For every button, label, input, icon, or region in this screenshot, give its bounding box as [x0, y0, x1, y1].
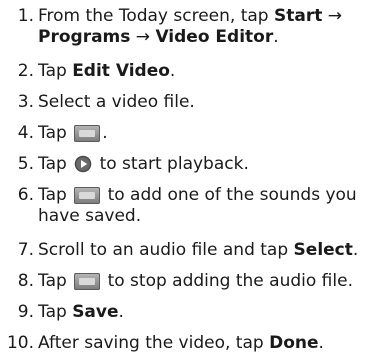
programs-label: Programs [38, 27, 131, 47]
step-text: Tap to start playback. [38, 154, 249, 174]
step-6: 6. Tap to add one of the sounds you have… [0, 185, 372, 227]
stop-adding-audio-icon [74, 273, 101, 290]
step-9: 9. Tap Save. [0, 302, 372, 323]
step-text: After saving the video, tap Done. [38, 333, 324, 353]
step-7: 7. Scroll to an audio file and tap Selec… [0, 240, 372, 261]
step-number: 10. [6, 333, 34, 353]
step-2: 2. Tap Edit Video. [0, 61, 372, 82]
step-3: 3. Select a video file. [0, 92, 372, 113]
step-8: 8. Tap to stop adding the audio file. [0, 271, 372, 292]
step-number: 2. [17, 61, 34, 81]
step-number: 5. [17, 154, 34, 174]
step-text: Tap Edit Video. [38, 61, 176, 81]
start-label: Start [274, 6, 323, 26]
step-text: Select a video file. [38, 92, 195, 112]
step-number: 1. [17, 6, 34, 26]
step-1: 1. From the Today screen, tap Start → Pr… [0, 6, 372, 48]
step-number: 6. [17, 185, 34, 205]
step-number: 9. [17, 302, 34, 322]
audio-track-icon [74, 125, 101, 142]
step-text: Tap . [38, 123, 108, 143]
step-text: Scroll to an audio file and tap Select. [38, 240, 359, 260]
edit-video-label: Edit Video [72, 61, 170, 81]
step-number: 7. [17, 240, 34, 260]
step-text-line-2: Programs → Video Editor. [38, 27, 279, 47]
step-number: 8. [17, 271, 34, 291]
video-editor-label: Video Editor [155, 27, 274, 47]
step-text: Tap to add one of the sounds you have sa… [38, 185, 372, 227]
step-number: 4. [17, 123, 34, 143]
instruction-steps: 1. From the Today screen, tap Start → Pr… [0, 0, 376, 354]
done-label: Done [269, 333, 319, 353]
play-icon [74, 155, 92, 173]
save-label: Save [72, 302, 119, 322]
step-number: 3. [17, 92, 34, 112]
step-4: 4. Tap . [0, 123, 372, 144]
step-5: 5. Tap to start playback. [0, 154, 372, 175]
step-10: 10. After saving the video, tap Done. [0, 333, 372, 354]
step-text: From the Today screen, tap Start → Progr… [38, 6, 372, 48]
add-sound-icon [74, 187, 101, 204]
step-text: Tap to stop adding the audio file. [38, 271, 353, 291]
step-text-line-2: have saved. [38, 206, 142, 226]
select-label: Select [293, 240, 353, 260]
step-text: Tap Save. [38, 302, 124, 322]
